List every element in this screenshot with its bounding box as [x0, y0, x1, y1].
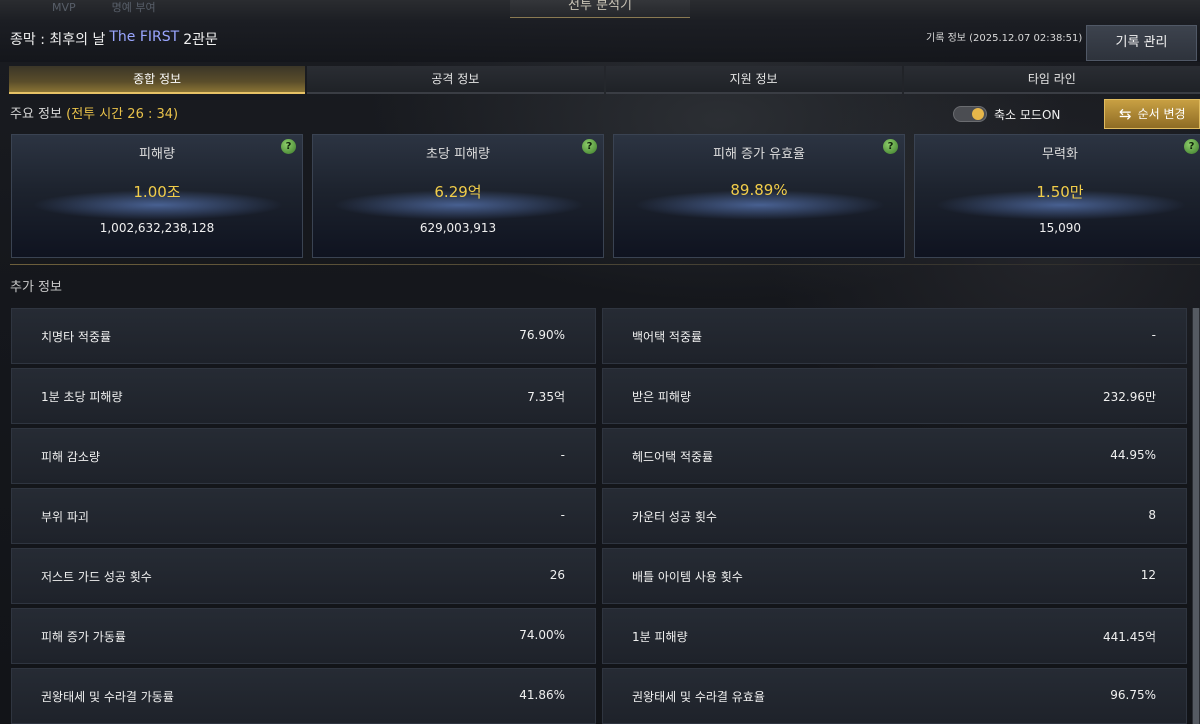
stat-label: 받은 피해량 [632, 390, 692, 404]
question-icon[interactable]: ? [582, 139, 597, 154]
window-title: 전투 분석기 [510, 0, 690, 18]
stat-label: 백어택 적중률 [632, 330, 703, 344]
stat-row: 백어택 적중률 - [602, 308, 1187, 364]
stat-row: 피해 감소량 - [11, 428, 596, 484]
card-title: 초당 피해량 [426, 147, 490, 162]
stage-title: 종막 : 최후의 날 The FIRST 2관문 [10, 29, 218, 49]
card-title: 무력화 [1042, 147, 1078, 162]
extra-info-title: 추가 정보 [10, 280, 62, 295]
order-change-button[interactable]: ⇆ 순서 변경 [1104, 99, 1200, 129]
stat-label: 헤드어택 적중률 [632, 450, 714, 464]
stat-label: 피해 증가 가동률 [41, 630, 126, 644]
stat-label: 권왕태세 및 수라결 가동률 [41, 690, 174, 704]
stat-label: 1분 초당 피해량 [41, 390, 123, 404]
top-strip: MVP 명예 부여 전투 분석기 [0, 0, 1200, 20]
question-icon[interactable]: ? [281, 139, 296, 154]
stat-label: 부위 파괴 [41, 510, 89, 524]
stat-value: 41.86% [519, 688, 565, 702]
stat-value: - [1151, 328, 1156, 342]
stat-value: 26 [549, 568, 565, 582]
top-left-tabs: MVP 명예 부여 [52, 0, 156, 20]
scrollbar-thumb[interactable] [1193, 308, 1199, 724]
stat-value: - [560, 448, 565, 462]
summary-cards: 피해량 ? 1.00조 1,002,632,238,128 초당 피해량 ? 6… [11, 134, 1200, 260]
stat-row: 받은 피해량 232.96만 [602, 368, 1187, 424]
stage-suffix: 2관문 [183, 32, 218, 48]
record-manage-button[interactable]: 기록 관리 [1086, 25, 1197, 61]
stage-highlight: The FIRST [109, 29, 180, 45]
main-info-label: 주요 정보 [10, 107, 62, 122]
stat-label: 권왕태세 및 수라결 유효율 [632, 690, 765, 704]
compact-mode-toggle[interactable] [953, 106, 987, 122]
card-damage-increase: 피해 증가 유효율 ? 89.89% [613, 134, 905, 258]
card-damage: 피해량 ? 1.00조 1,002,632,238,128 [11, 134, 303, 258]
stat-label: 배틀 아이템 사용 횟수 [632, 570, 743, 584]
stat-value: 76.90% [519, 328, 565, 342]
stat-value: 44.95% [1110, 448, 1156, 462]
question-icon[interactable]: ? [883, 139, 898, 154]
main-info-heading: 주요 정보 (전투 시간 26 : 34) [10, 103, 178, 122]
card-title: 피해량 [139, 147, 175, 162]
compact-mode-label: 축소 모드ON [994, 108, 1061, 122]
stat-row: 1분 피해량 441.45억 [602, 608, 1187, 664]
stage-prefix: 종막 : 최후의 날 [10, 32, 106, 48]
card-value: 89.89% [730, 181, 788, 199]
card-value: 6.29억 [434, 183, 482, 201]
stat-value: 7.35억 [527, 390, 565, 404]
order-change-label: 순서 변경 [1137, 107, 1186, 121]
card-value: 1.50만 [1036, 183, 1084, 201]
stat-row: 헤드어택 적중률 44.95% [602, 428, 1187, 484]
toggle-knob [972, 108, 984, 120]
card-value: 1.00조 [133, 183, 181, 201]
stat-value: 12 [1140, 568, 1156, 582]
stat-value: 441.45억 [1102, 630, 1156, 644]
stat-label: 치명타 적중률 [41, 330, 112, 344]
stat-row: 권왕태세 및 수라결 유효율 96.75% [602, 668, 1187, 724]
stat-row: 치명타 적중률 76.90% [11, 308, 596, 364]
question-icon[interactable]: ? [1184, 139, 1199, 154]
stat-value: 232.96만 [1102, 390, 1156, 404]
card-dps: 초당 피해량 ? 6.29억 629,003,913 [312, 134, 604, 258]
card-detail: 1,002,632,238,128 [99, 221, 215, 235]
stat-label: 1분 피해량 [632, 630, 688, 644]
tab-overview[interactable]: 종합 정보 [9, 66, 306, 94]
honor-tab[interactable]: 명예 부여 [112, 0, 156, 20]
card-detail: 629,003,913 [419, 221, 497, 235]
stat-row: 피해 증가 가동률 74.00% [11, 608, 596, 664]
card-title: 피해 증가 유효율 [713, 147, 805, 162]
stat-row: 카운터 성공 횟수 8 [602, 488, 1187, 544]
stat-label: 피해 감소량 [41, 450, 101, 464]
stat-row: 배틀 아이템 사용 횟수 12 [602, 548, 1187, 604]
tab-attack[interactable]: 공격 정보 [307, 66, 604, 94]
tab-timeline[interactable]: 타임 라인 [903, 66, 1200, 94]
record-info: 기록 정보 (2025.12.07 02:38:51) [926, 33, 1083, 44]
swap-arrows-icon: ⇆ [1119, 105, 1132, 123]
stat-value: 8 [1148, 508, 1156, 522]
stat-row: 권왕태세 및 수라결 가동률 41.86% [11, 668, 596, 724]
card-stagger: 무력화 ? 1.50만 15,090 [914, 134, 1200, 258]
stat-value: - [560, 508, 565, 522]
stat-value: 96.75% [1110, 688, 1156, 702]
stat-row: 저스트 가드 성공 횟수 26 [11, 548, 596, 604]
section-divider [10, 264, 1200, 265]
stat-row: 1분 초당 피해량 7.35억 [11, 368, 596, 424]
card-detail: 15,090 [1039, 221, 1081, 235]
battle-time: (전투 시간 26 : 34) [66, 107, 179, 122]
stat-label: 카운터 성공 횟수 [632, 510, 717, 524]
title-bar: 종막 : 최후의 날 The FIRST 2관문 기록 정보 (2025.12.… [0, 20, 1200, 62]
tab-support[interactable]: 지원 정보 [605, 66, 902, 94]
stat-row: 부위 파괴 - [11, 488, 596, 544]
scrollbar[interactable] [1192, 308, 1200, 724]
tab-bar: 종합 정보 공격 정보 지원 정보 타임 라인 [9, 66, 1200, 94]
stat-value: 74.00% [519, 628, 565, 642]
mvp-tab[interactable]: MVP [52, 0, 76, 20]
stat-label: 저스트 가드 성공 횟수 [41, 570, 152, 584]
